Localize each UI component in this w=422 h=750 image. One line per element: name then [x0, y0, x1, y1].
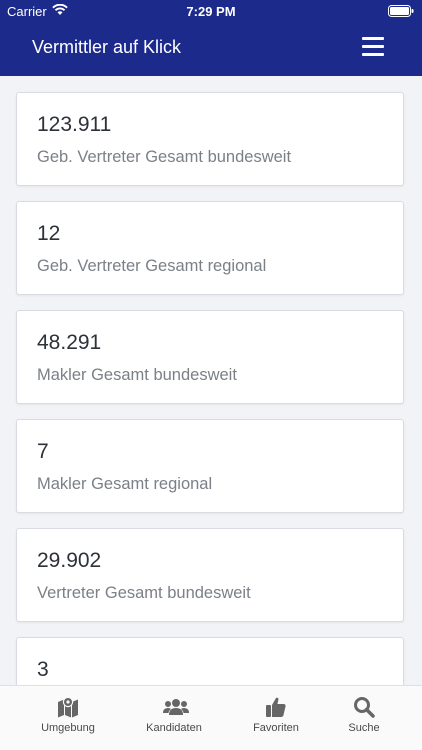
- stat-value: 3: [37, 658, 49, 681]
- stat-value: 7: [37, 440, 49, 463]
- hamburger-icon: [362, 37, 384, 40]
- stat-label: Geb. Vertreter Gesamt regional: [37, 257, 267, 275]
- stat-card[interactable]: 12 Geb. Vertreter Gesamt regional: [16, 201, 404, 295]
- stat-value: 48.291: [37, 331, 102, 354]
- battery-icon: [388, 5, 414, 20]
- tab-label: Favoriten: [253, 722, 299, 734]
- stat-card[interactable]: 29.902 Vertreter Gesamt bundesweit: [16, 528, 404, 622]
- tab-bar: Umgebung Kandidaten Favoriten Suche: [0, 685, 422, 750]
- tab-suche[interactable]: Suche: [314, 686, 414, 750]
- tab-label: Suche: [348, 722, 380, 734]
- tab-umgebung[interactable]: Umgebung: [18, 686, 118, 750]
- page-title: Vermittler auf Klick: [32, 37, 182, 57]
- search-icon: [353, 696, 375, 718]
- map-icon: [57, 696, 79, 718]
- stat-label: Vertreter Gesamt bundesweit: [37, 584, 251, 602]
- stat-value: 29.902: [37, 549, 102, 572]
- stat-card[interactable]: 3: [16, 637, 404, 686]
- stat-value: 123.911: [37, 113, 112, 136]
- stats-list[interactable]: 123.911 Geb. Vertreter Gesamt bundesweit…: [0, 76, 422, 686]
- stat-value: 12: [37, 222, 61, 245]
- tab-label: Umgebung: [41, 722, 95, 734]
- stat-card[interactable]: 123.911 Geb. Vertreter Gesamt bundesweit: [16, 92, 404, 186]
- tab-kandidaten[interactable]: Kandidaten: [124, 686, 224, 750]
- stat-card[interactable]: 48.291 Makler Gesamt bundesweit: [16, 310, 404, 404]
- status-time: 7:29 PM: [186, 4, 236, 19]
- users-icon: [163, 696, 189, 718]
- status-bar: Carrier 7:29 PM: [0, 0, 422, 22]
- menu-button[interactable]: [362, 37, 384, 57]
- stat-label: Makler Gesamt regional: [37, 475, 213, 493]
- tab-label: Kandidaten: [146, 722, 202, 734]
- stat-card[interactable]: 7 Makler Gesamt regional: [16, 419, 404, 513]
- stat-label: Makler Gesamt bundesweit: [37, 366, 237, 384]
- nav-bar: Vermittler auf Klick: [0, 22, 422, 76]
- thumbs-up-icon: [265, 696, 287, 718]
- stat-label: Geb. Vertreter Gesamt bundesweit: [37, 148, 292, 166]
- tab-favoriten[interactable]: Favoriten: [226, 686, 326, 750]
